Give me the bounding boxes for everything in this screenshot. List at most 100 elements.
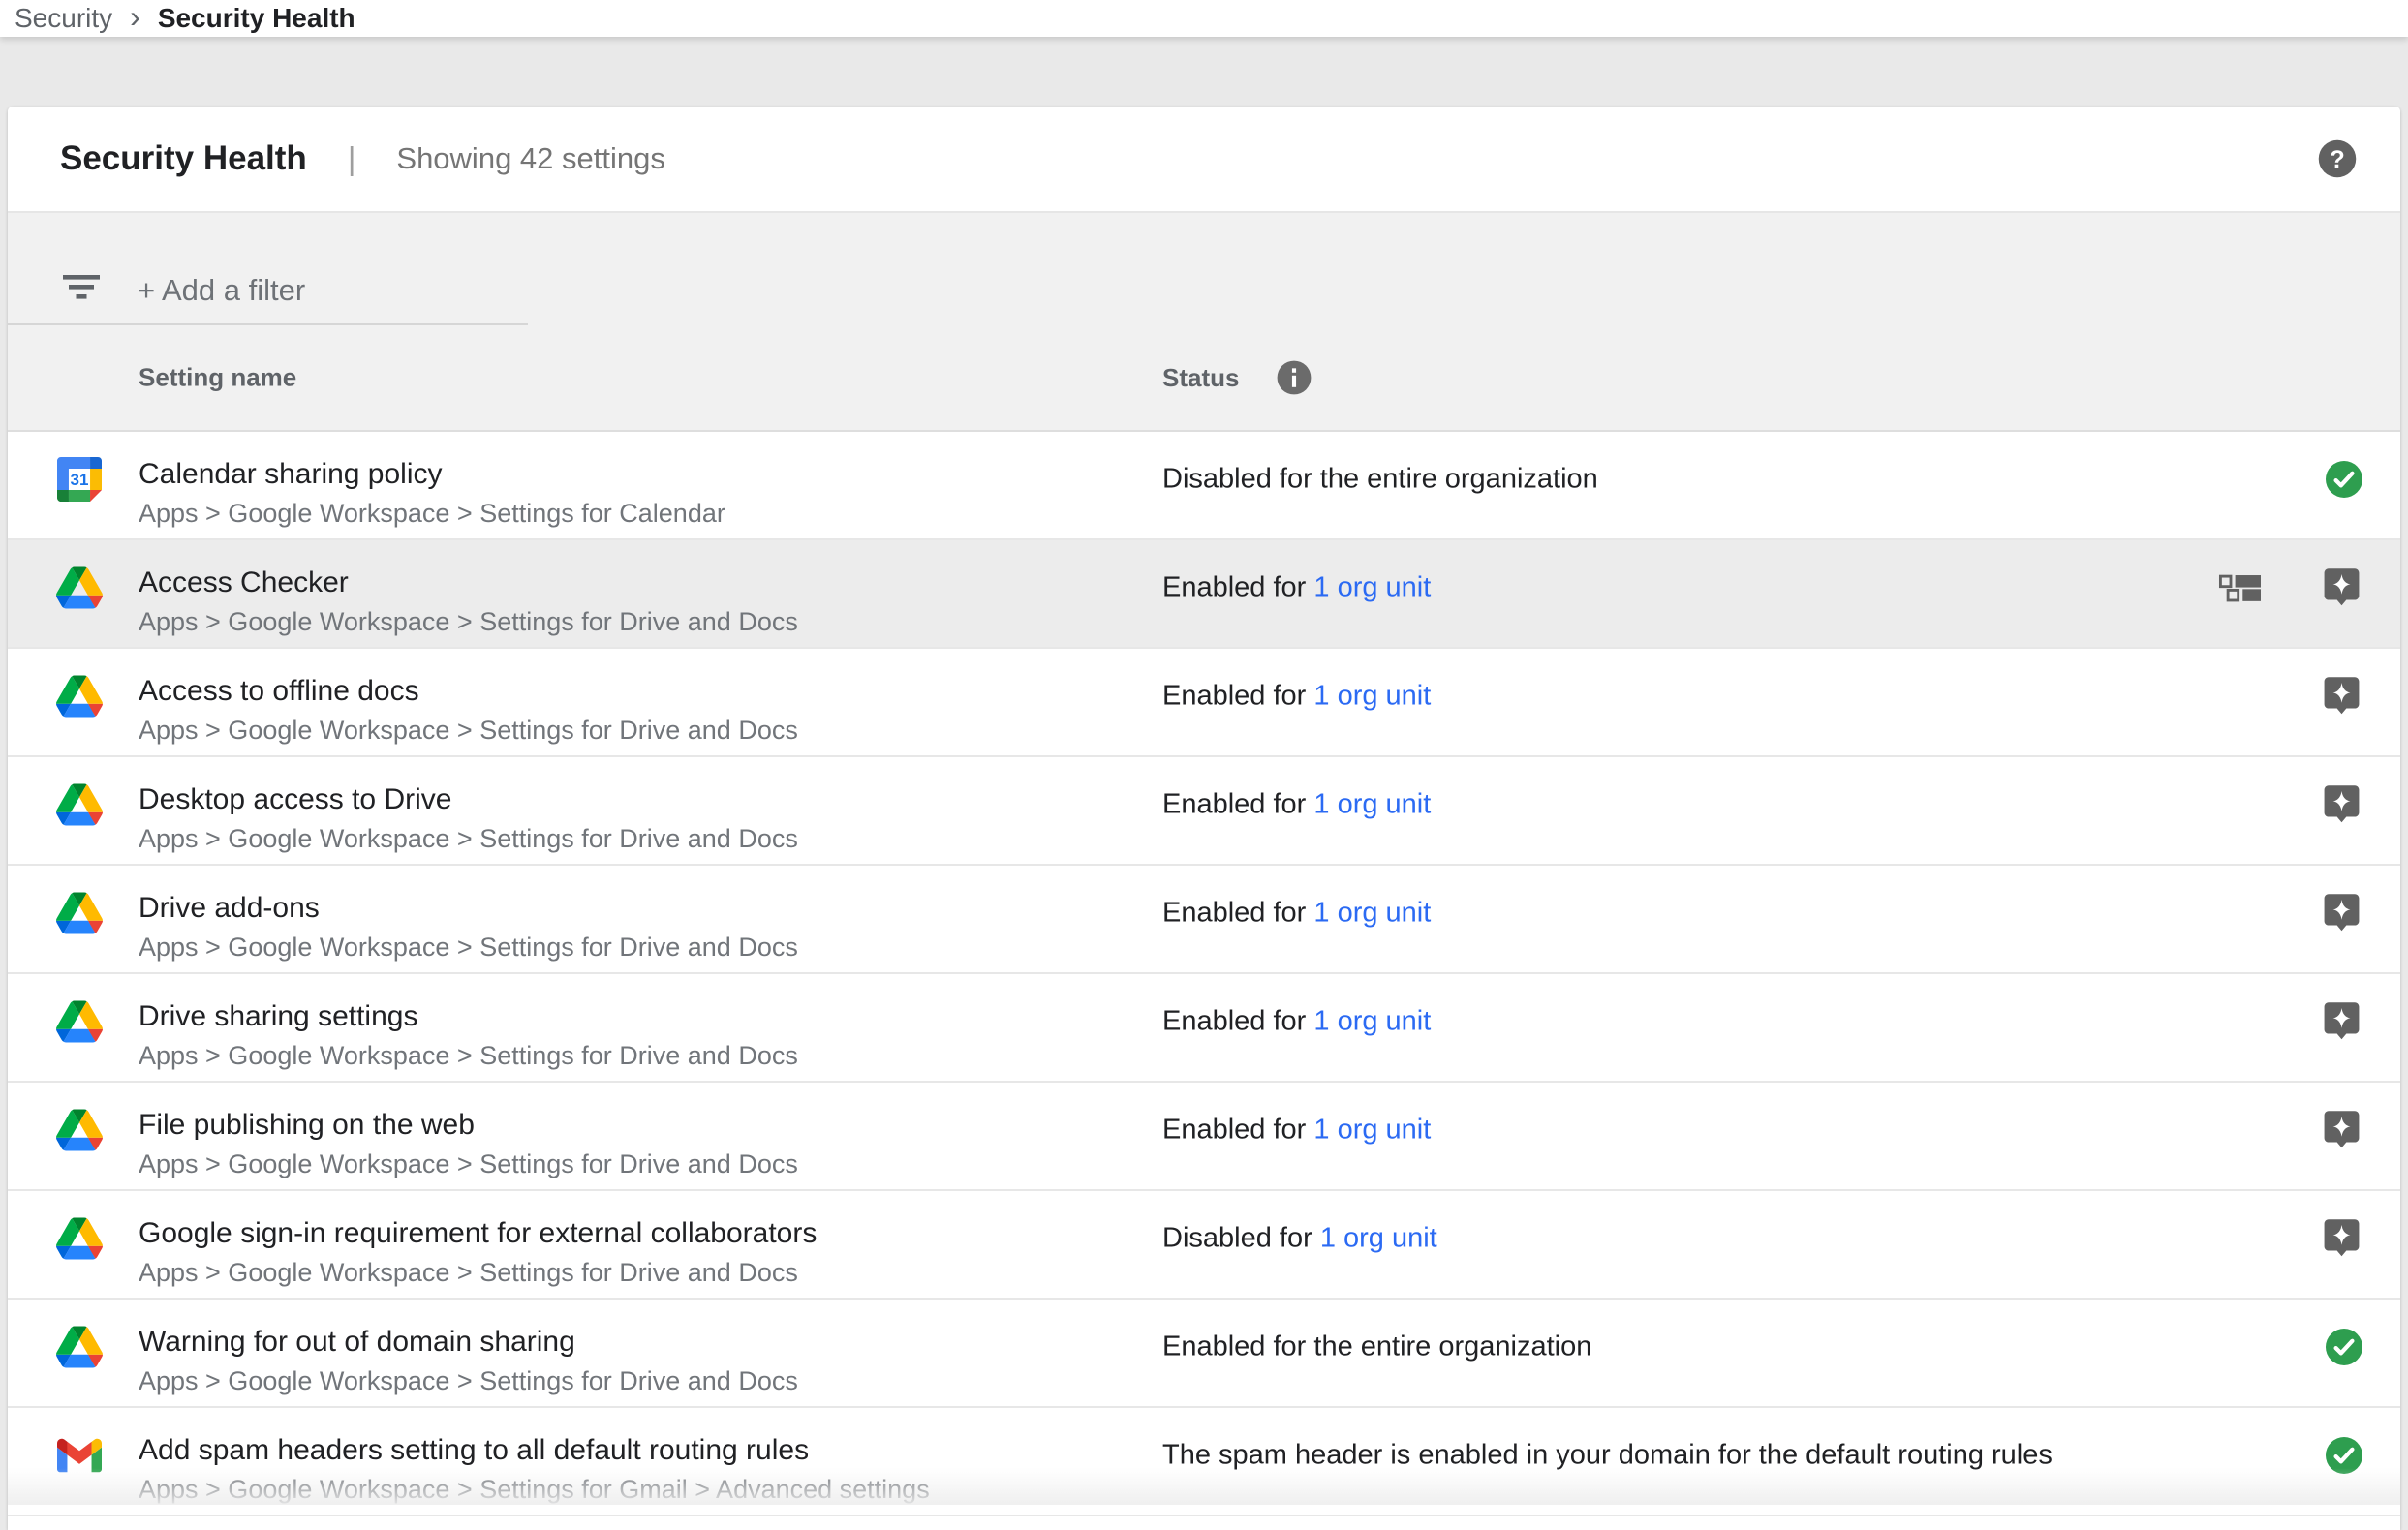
status-text: Enabled for: [1162, 681, 1313, 712]
app-icon-slot: [56, 1110, 103, 1151]
status-cell: Enabled for 1 org unit: [1162, 1115, 1431, 1147]
status-text: Enabled for the entire organization: [1162, 1331, 1591, 1362]
title-separator: |: [348, 140, 356, 177]
app-icon-slot: [56, 1439, 103, 1473]
status-text: The spam header is enabled in your domai…: [1162, 1440, 2053, 1471]
table-row[interactable]: Drive add-ons Apps > Google Workspace > …: [8, 866, 2400, 974]
add-filter-button[interactable]: + Add a filter: [138, 273, 305, 308]
status-cell: Disabled for 1 org unit: [1162, 1223, 1437, 1255]
recommendation-icon[interactable]: [2321, 782, 2362, 828]
org-unit-link[interactable]: 1 org unit: [1313, 1006, 1431, 1037]
status-text: Enabled for: [1162, 1115, 1313, 1146]
setting-path: Apps > Google Workspace > Settings for G…: [139, 1474, 930, 1505]
app-icon-slot: [56, 1001, 103, 1043]
setting-name[interactable]: Drive sharing settings: [139, 999, 417, 1034]
org-unit-link[interactable]: 1 org unit: [1313, 681, 1431, 712]
recommendation-icon[interactable]: [2321, 566, 2362, 611]
setting-path: Apps > Google Workspace > Settings for D…: [139, 1365, 798, 1396]
setting-name[interactable]: Add spam headers setting to all default …: [139, 1433, 809, 1468]
org-unit-link[interactable]: 1 org unit: [1313, 789, 1431, 820]
setting-path: Apps > Google Workspace > Settings for D…: [139, 932, 798, 963]
org-unit-link[interactable]: 1 org unit: [1313, 1115, 1431, 1146]
org-units-icon[interactable]: [2218, 574, 2261, 602]
drive-icon: [56, 567, 103, 609]
row-actions: [2321, 999, 2362, 1045]
status-text: Disabled for: [1162, 1223, 1320, 1254]
table-row[interactable]: Access to offline docs Apps > Google Wor…: [8, 649, 2400, 757]
table-header: Setting name Status: [8, 325, 2400, 432]
table-row[interactable]: 31 Calendar sharing policy Apps > Google…: [8, 432, 2400, 540]
setting-path: Apps > Google Workspace > Settings for D…: [139, 606, 798, 637]
svg-text:31: 31: [71, 471, 89, 489]
row-actions: [2321, 891, 2362, 936]
svg-text:?: ?: [2330, 146, 2345, 173]
setting-path: Apps > Google Workspace > Settings for D…: [139, 823, 798, 854]
table-row[interactable]: Desktop access to Drive Apps > Google Wo…: [8, 757, 2400, 866]
org-unit-link[interactable]: 1 org unit: [1313, 572, 1431, 603]
help-button[interactable]: ?: [2317, 138, 2358, 179]
security-health-card: Security Health | Showing 42 settings ? …: [8, 107, 2400, 1530]
status-cell: Enabled for 1 org unit: [1162, 681, 1431, 713]
column-setting-name: Setting name: [139, 363, 296, 393]
app-icon-slot: [56, 676, 103, 718]
org-unit-link[interactable]: 1 org unit: [1313, 898, 1431, 929]
status-cell: Disabled for the entire organization: [1162, 464, 1598, 496]
status-cell: Enabled for 1 org unit: [1162, 1006, 1431, 1038]
status-text: Enabled for: [1162, 789, 1313, 820]
recommendation-icon[interactable]: [2321, 1216, 2362, 1262]
filter-bar: + Add a filter: [8, 211, 2400, 325]
table-row[interactable]: Google sign-in requirement for external …: [8, 1191, 2400, 1300]
row-actions: [2321, 782, 2362, 828]
setting-name[interactable]: Calendar sharing policy: [139, 457, 443, 492]
org-unit-link[interactable]: 1 org unit: [1320, 1223, 1437, 1254]
drive-icon: [56, 1218, 103, 1260]
setting-name[interactable]: Access Checker: [139, 566, 349, 600]
table-row[interactable]: Add spam headers setting to all default …: [8, 1408, 2400, 1516]
row-actions: [2321, 674, 2362, 719]
info-icon[interactable]: [1276, 359, 1312, 396]
table-row[interactable]: File publishing on the web Apps > Google…: [8, 1083, 2400, 1191]
status-cell: Enabled for 1 org unit: [1162, 572, 1431, 604]
setting-path: Apps > Google Workspace > Settings for D…: [139, 1257, 798, 1288]
recommendation-icon[interactable]: [2321, 1108, 2362, 1153]
table-row[interactable]: Access Checker Apps > Google Workspace >…: [8, 540, 2400, 649]
recommendation-icon[interactable]: [2321, 891, 2362, 936]
setting-name[interactable]: Google sign-in requirement for external …: [139, 1216, 817, 1251]
filter-icon: [62, 273, 101, 307]
app-icon-slot: [56, 893, 103, 934]
app-icon-slot: [56, 567, 103, 609]
breadcrumb-parent-link[interactable]: Security: [15, 3, 112, 34]
row-actions: [2321, 1108, 2362, 1153]
row-actions: [2321, 1216, 2362, 1262]
status-ok-icon: [2326, 461, 2362, 498]
setting-name[interactable]: Desktop access to Drive: [139, 782, 451, 817]
setting-path: Apps > Google Workspace > Settings for D…: [139, 1148, 798, 1179]
status-text: Disabled for the entire organization: [1162, 464, 1598, 495]
setting-path: Apps > Google Workspace > Settings for D…: [139, 715, 798, 746]
setting-name[interactable]: Warning for out of domain sharing: [139, 1325, 575, 1360]
table-row[interactable]: Drive sharing settings Apps > Google Wor…: [8, 974, 2400, 1083]
status-text: Enabled for: [1162, 572, 1313, 603]
recommendation-icon[interactable]: [2321, 999, 2362, 1045]
setting-name[interactable]: Drive add-ons: [139, 891, 320, 926]
app-icon-slot: [56, 1218, 103, 1260]
row-actions: [2326, 1329, 2362, 1365]
app-icon-slot: [56, 784, 103, 826]
status-cell: Enabled for the entire organization: [1162, 1331, 1591, 1363]
row-actions: [2326, 1437, 2362, 1474]
drive-icon: [56, 1110, 103, 1151]
column-status: Status: [1162, 359, 1312, 396]
table-row[interactable]: Warning for out of domain sharing Apps >…: [8, 1300, 2400, 1408]
status-cell: The spam header is enabled in your domai…: [1162, 1440, 2053, 1472]
status-ok-icon: [2326, 1329, 2362, 1365]
breadcrumb-current: Security Health: [158, 3, 355, 34]
card-header: Security Health | Showing 42 settings ?: [8, 107, 2400, 211]
drive-icon: [56, 1001, 103, 1043]
breadcrumb: Security › Security Health: [15, 1, 355, 36]
settings-count: Showing 42 settings: [396, 141, 664, 176]
setting-name[interactable]: Access to offline docs: [139, 674, 419, 709]
status-cell: Enabled for 1 org unit: [1162, 789, 1431, 821]
app-icon-slot: [56, 1327, 103, 1368]
recommendation-icon[interactable]: [2321, 674, 2362, 719]
setting-name[interactable]: File publishing on the web: [139, 1108, 475, 1143]
